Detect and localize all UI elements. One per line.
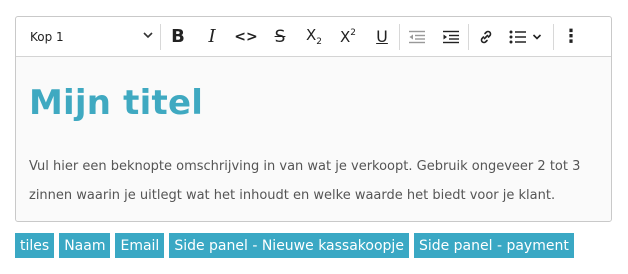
subscript-button[interactable]: X2 [297,17,331,57]
content-paragraph: Vul hier een beknopte omschrijving in va… [29,159,581,203]
bold-button[interactable]: B [161,17,195,57]
indent-icon [442,30,460,44]
heading-level-value: Kop 1 [30,29,64,44]
strikethrough-button[interactable]: S [263,17,297,57]
editor-toolbar: Kop 1 B I <> S X2 X2 U ⋮ [16,17,611,57]
code-icon: <> [234,28,258,45]
subscript-base: X [305,26,317,44]
heading-level-select[interactable]: Kop 1 [16,17,160,57]
content-heading: Mijn titel [29,83,204,123]
underline-button[interactable]: U [365,17,399,57]
superscript-base: X [339,27,351,46]
rich-text-editor: Kop 1 B I <> S X2 X2 U ⋮ Mijn titel Vul … [15,16,612,222]
tag-button[interactable]: Email [115,233,165,258]
subscript-mark: 2 [316,37,322,47]
code-button[interactable]: <> [229,17,263,57]
list-dropdown-button[interactable] [503,17,547,57]
tag-button[interactable]: Side panel - payment [413,233,574,258]
chevron-down-icon [532,32,542,42]
superscript-button[interactable]: X2 [331,17,365,57]
outdent-button[interactable] [400,17,434,57]
indent-button[interactable] [434,17,468,57]
more-vertical-icon: ⋮ [562,26,580,47]
more-options-button[interactable]: ⋮ [554,17,588,57]
editor-content[interactable]: Mijn titel Vul hier een beknopte omschri… [16,57,611,221]
link-button[interactable] [469,17,503,57]
tag-button[interactable]: Side panel - Nieuwe kassakoopje [169,233,409,258]
tag-button[interactable]: tiles [15,233,55,258]
underline-icon: U [376,27,388,46]
superscript-mark: 2 [350,27,356,38]
outdent-icon [408,30,426,44]
link-icon [478,29,494,45]
strikethrough-icon: S [274,26,286,47]
subscript-icon: X2 [306,26,322,47]
superscript-icon: X2 [340,28,356,46]
bullet-list-icon [509,30,527,44]
italic-button[interactable]: I [195,17,229,57]
bold-icon: B [171,26,185,47]
tag-button[interactable]: Naam [59,233,111,258]
chevron-down-icon [142,29,154,44]
italic-icon: I [208,26,216,47]
placeholder-tags: tiles Naam Email Side panel - Nieuwe kas… [15,233,574,258]
